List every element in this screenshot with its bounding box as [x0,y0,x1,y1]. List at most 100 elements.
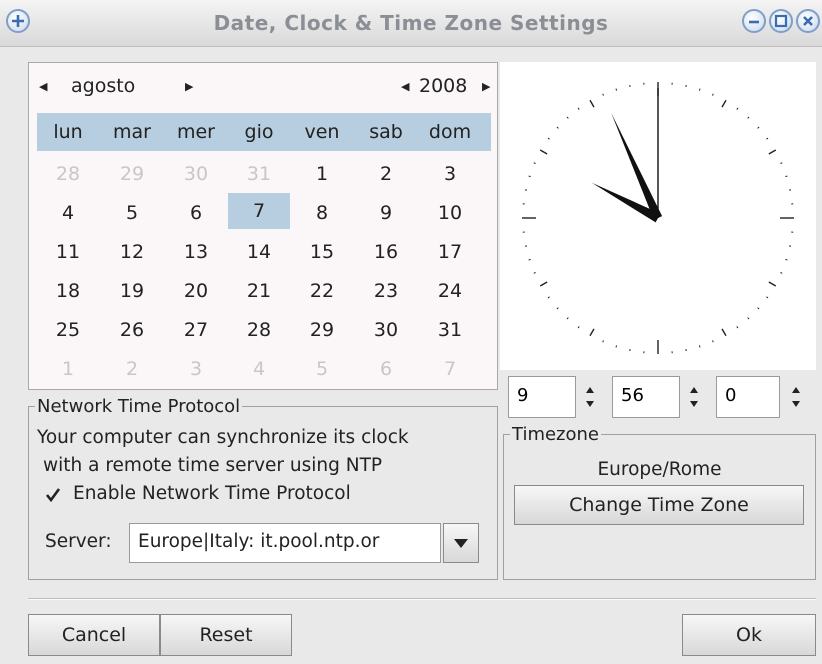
calendar-day[interactable]: 5 [291,358,353,380]
clock-tick [766,296,769,299]
calendar-day[interactable]: 27 [165,319,227,341]
calendar-day[interactable]: 2 [355,163,417,185]
clock-tick [589,99,595,108]
calendar-day[interactable]: 31 [419,319,481,341]
clock-tick [539,281,548,287]
clock-tick [780,272,783,274]
second-spinner[interactable]: 0 [716,376,816,418]
second-spin-arrows-icon[interactable] [786,380,806,414]
server-combobox-input[interactable]: Europe|Italy: it.pool.ntp.or [129,523,441,563]
calendar-day[interactable]: 7 [419,358,481,380]
analog-clock [500,62,816,370]
calendar-day[interactable]: 2 [101,358,163,380]
calendar-day[interactable]: 22 [291,280,353,302]
calendar[interactable]: ◀ agosto ▶ ◀ 2008 ▶ lun mar mer gio ven sab do… [28,62,498,390]
calendar-day[interactable]: 3 [165,358,227,380]
clock-tick [566,317,569,320]
calendar-day[interactable]: 21 [228,280,290,302]
calendar-month: agosto [71,75,136,97]
clock-tick [566,116,569,119]
calendar-day[interactable]: 26 [101,319,163,341]
calendar-day[interactable]: 13 [165,241,227,263]
clock-tick [768,149,777,155]
calendar-day[interactable]: 17 [419,241,481,263]
hour-spinner[interactable]: 9 [508,376,604,418]
close-icon[interactable] [796,9,820,33]
calendar-day[interactable]: 20 [165,280,227,302]
clock-tick [528,258,531,261]
calendar-day[interactable]: 28 [37,163,99,185]
clock-tick [785,175,788,178]
clock-tick [556,126,559,129]
calendar-day[interactable]: 24 [419,280,481,302]
ntp-legend: Network Time Protocol [35,396,243,417]
calendar-day[interactable]: 1 [37,358,99,380]
calendar-day[interactable]: 23 [355,280,417,302]
clock-tick [766,137,769,140]
second-field[interactable]: 0 [716,376,780,418]
calendar-day[interactable]: 14 [228,241,290,263]
reset-button[interactable]: Reset [160,614,292,656]
clock-tick [768,281,777,287]
calendar-day[interactable]: 31 [228,163,290,185]
clock-tick [615,345,618,348]
calendar-day[interactable]: 5 [101,202,163,224]
clock-tick [556,307,559,310]
clock-tick [528,175,531,178]
calendar-day[interactable]: 8 [291,202,353,224]
calendar-day-selected[interactable]: 7 [228,193,290,229]
clock-tick [736,107,739,110]
clock-tick [747,317,750,320]
minute-spinner[interactable]: 56 [612,376,708,418]
minute-field[interactable]: 56 [612,376,680,418]
hour-field[interactable]: 9 [508,376,576,418]
hour-spin-arrows-icon[interactable] [580,380,600,414]
next-year-arrow-icon[interactable]: ▶ [482,80,490,93]
calendar-day[interactable]: 28 [228,319,290,341]
chevron-down-icon [454,539,468,548]
calendar-day[interactable]: 29 [291,319,353,341]
server-dropdown-button[interactable] [443,523,479,563]
clock-tick [721,328,727,337]
clock-tick [533,272,536,274]
clock-tick [615,88,618,91]
change-time-zone-button[interactable]: Change Time Zone [514,485,804,525]
clock-tick [547,296,550,299]
calendar-day[interactable]: 12 [101,241,163,263]
calendar-day[interactable]: 19 [101,280,163,302]
weekday-label: ven [304,121,340,143]
calendar-day[interactable]: 18 [37,280,99,302]
calendar-day[interactable]: 4 [37,202,99,224]
calendar-day[interactable]: 15 [291,241,353,263]
calendar-day[interactable]: 10 [419,202,481,224]
maximize-icon[interactable] [769,9,793,33]
calendar-day[interactable]: 30 [165,163,227,185]
prev-year-arrow-icon[interactable]: ◀ [401,80,409,93]
cancel-button[interactable]: Cancel [28,614,160,656]
ok-button[interactable]: Ok [682,614,816,656]
calendar-year: 2008 [419,75,468,97]
minute-spin-arrows-icon[interactable] [684,380,704,414]
calendar-day[interactable]: 1 [291,163,353,185]
calendar-day[interactable]: 6 [355,358,417,380]
calendar-day[interactable]: 25 [37,319,99,341]
calendar-day[interactable]: 4 [228,358,290,380]
timezone-group: Timezone Europe/Rome Change Time Zone [503,424,816,580]
calendar-day[interactable]: 11 [37,241,99,263]
clock-tick [712,93,714,96]
clock-tick [757,307,760,310]
prev-month-arrow-icon[interactable]: ◀ [39,80,47,93]
calendar-day[interactable]: 9 [355,202,417,224]
calendar-day[interactable]: 16 [355,241,417,263]
window-title: Date, Clock & Time Zone Settings [213,11,609,35]
calendar-day[interactable]: 29 [101,163,163,185]
minimize-icon[interactable] [742,9,766,33]
weekday-label: mar [113,121,151,143]
clock-tick [698,345,701,348]
next-month-arrow-icon[interactable]: ▶ [185,80,193,93]
calendar-day[interactable]: 30 [355,319,417,341]
server-value: Europe|Italy: it.pool.ntp.or [138,531,380,552]
calendar-day[interactable]: 3 [419,163,481,185]
clock-tick [577,326,580,329]
calendar-day[interactable]: 6 [165,202,227,224]
